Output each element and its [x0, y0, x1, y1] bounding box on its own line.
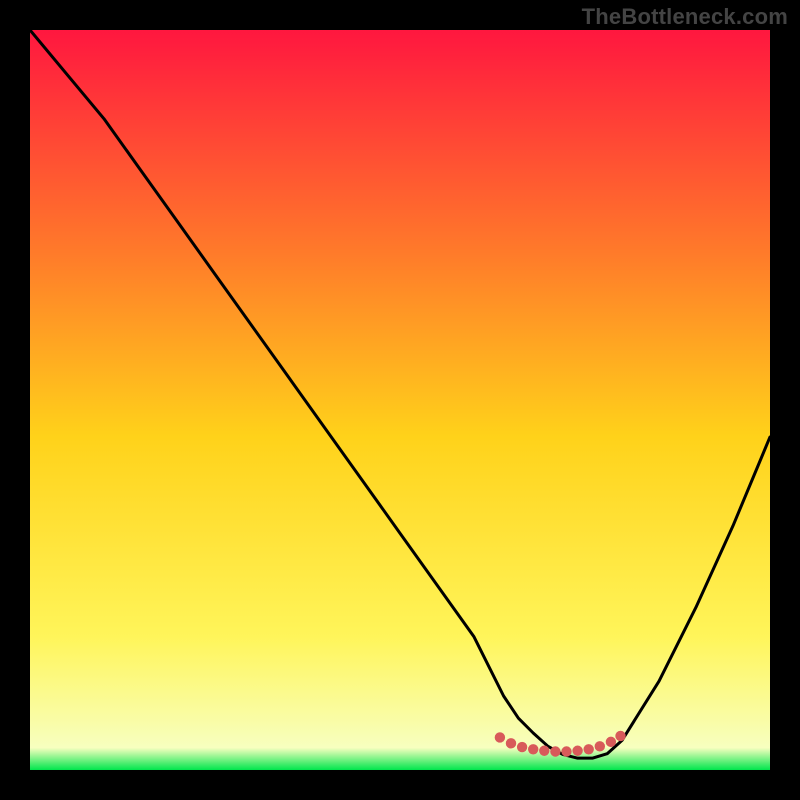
watermark-text: TheBottleneck.com — [582, 4, 788, 30]
optimal-marker-dot — [517, 742, 527, 752]
optimal-marker-dot — [584, 744, 594, 754]
optimal-marker-dot — [561, 746, 571, 756]
optimal-marker-dot — [528, 744, 538, 754]
optimal-marker-dot — [550, 746, 560, 756]
chart-frame: TheBottleneck.com — [0, 0, 800, 800]
optimal-marker-dot — [606, 737, 616, 747]
plot-area — [30, 30, 770, 770]
optimal-marker-dot — [539, 746, 549, 756]
optimal-marker-dot — [595, 741, 605, 751]
optimal-marker-dot — [506, 738, 516, 748]
optimal-marker-dot — [495, 732, 505, 742]
gradient-background — [30, 30, 770, 770]
optimal-marker-dot — [615, 731, 625, 741]
optimal-marker-dot — [572, 746, 582, 756]
chart-svg — [30, 30, 770, 770]
